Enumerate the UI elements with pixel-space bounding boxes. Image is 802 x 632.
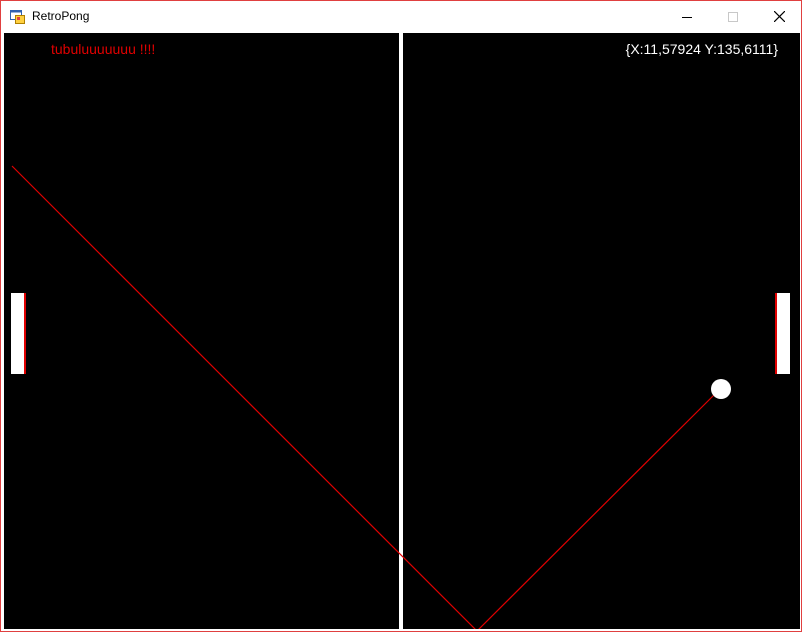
ball-trajectory-line <box>11 165 722 629</box>
minimize-button[interactable] <box>664 1 710 32</box>
right-paddle[interactable] <box>775 293 790 374</box>
ball <box>711 379 731 399</box>
maximize-button[interactable] <box>710 1 756 32</box>
maximize-icon <box>728 11 738 22</box>
game-court[interactable]: tubuluuuuuuu !!!! {X:11,57924 Y:135,6111… <box>4 33 800 629</box>
ball-position-readout: {X:11,57924 Y:135,6111} <box>625 41 778 57</box>
title-bar[interactable]: RetroPong <box>1 1 801 32</box>
left-paddle-edge <box>24 293 26 374</box>
close-icon <box>773 11 785 22</box>
close-button[interactable] <box>756 1 802 32</box>
minimize-icon <box>682 16 692 18</box>
status-message: tubuluuuuuuu !!!! <box>51 41 156 57</box>
center-net <box>399 33 403 629</box>
window-title: RetroPong <box>32 9 90 23</box>
app-window-icon <box>10 10 25 24</box>
court-canvas <box>11 33 790 629</box>
game-window: RetroPong tubuluuuuuuu !!!! {X:11,57924 … <box>0 0 802 632</box>
right-paddle-edge <box>775 293 777 374</box>
left-paddle[interactable] <box>11 293 26 374</box>
